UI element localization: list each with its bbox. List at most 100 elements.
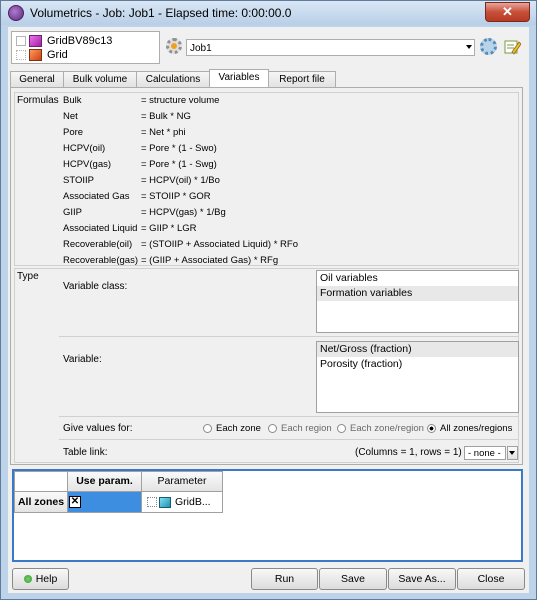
formula-name: Net bbox=[63, 111, 78, 122]
radio-button[interactable] bbox=[427, 424, 436, 433]
dialog-client: GridBV89c13 Grid Job1 General Bulk volum… bbox=[8, 27, 529, 593]
formula-row: Net = Bulk * NG bbox=[63, 111, 191, 125]
type-label: Type bbox=[17, 271, 39, 282]
formula-row: GIIP = HCPV(gas) * 1/Bg bbox=[63, 207, 226, 221]
radio-each-zone-region[interactable]: Each zone/region bbox=[337, 423, 424, 434]
tab-bar: General Bulk volume Calculations Variabl… bbox=[10, 69, 336, 87]
grid-selector-label: Grid bbox=[47, 49, 68, 61]
table-link-dropdown-button[interactable] bbox=[507, 446, 518, 460]
formula-row: Pore = Net * phi bbox=[63, 127, 186, 141]
formula-expression: = GIIP * LGR bbox=[141, 223, 197, 234]
formula-row: HCPV(gas) = Pore * (1 - Swg) bbox=[63, 159, 217, 173]
list-item[interactable]: Net/Gross (fraction) bbox=[317, 342, 518, 357]
formula-expression: = STOIIP * GOR bbox=[141, 191, 211, 202]
formula-row: Recoverable(oil) = (STOIIP + Associated L… bbox=[63, 239, 298, 253]
grid-corner bbox=[14, 471, 68, 492]
variables-panel: Formulas Bulk = structure volume Net = Bul… bbox=[10, 87, 523, 465]
formula-expression: = Pore * (1 - Swg) bbox=[141, 159, 217, 170]
type-section: Type Variable class: Oil variables Forma… bbox=[14, 268, 519, 463]
formula-expression: = HCPV(oil) * 1/Bo bbox=[141, 175, 220, 186]
formula-name: Pore bbox=[63, 127, 84, 138]
variable-list[interactable]: Net/Gross (fraction) Porosity (fraction) bbox=[316, 341, 519, 413]
run-settings-gear-icon[interactable] bbox=[480, 38, 497, 55]
radio-label: All zones/regions bbox=[440, 423, 513, 434]
variable-label: Variable: bbox=[63, 354, 102, 365]
table-link-label: Table link: bbox=[63, 447, 108, 458]
formulas-section: Formulas Bulk = structure volume Net = Bul… bbox=[14, 92, 519, 266]
title-bar: Volumetrics - Job: Job1 - Elapsed time: … bbox=[1, 1, 536, 25]
column-header-parameter[interactable]: Parameter bbox=[141, 471, 223, 492]
formula-expression: = structure volume bbox=[141, 95, 220, 106]
parameter-grid: Use param. Parameter All zones ✕ GridB..… bbox=[12, 469, 523, 562]
job-select-value: Job1 bbox=[190, 43, 212, 54]
save-as-button[interactable]: Save As... bbox=[388, 568, 456, 590]
table-link-select[interactable]: - none - bbox=[464, 446, 506, 460]
formula-name: HCPV(gas) bbox=[63, 159, 112, 170]
table-link-info: (Columns = 1, rows = 1) bbox=[355, 447, 462, 458]
tab-calculations[interactable]: Calculations bbox=[136, 71, 210, 87]
parameter-value: GridB... bbox=[175, 496, 211, 508]
give-values-label: Give values for: bbox=[63, 423, 133, 434]
use-param-cell[interactable]: ✕ bbox=[67, 491, 142, 513]
formula-row: Associated Liquid = GIIP * LGR bbox=[63, 223, 197, 237]
radio-each-region[interactable]: Each region bbox=[268, 423, 332, 434]
list-item[interactable]: Formation variables bbox=[317, 286, 518, 301]
grid-purple-icon bbox=[29, 35, 42, 47]
formula-name: Associated Gas bbox=[63, 191, 130, 202]
formulas-label: Formulas bbox=[17, 95, 59, 106]
list-item[interactable]: Oil variables bbox=[317, 271, 518, 286]
grid-selector-list[interactable]: GridBV89c13 Grid bbox=[11, 31, 160, 64]
checkbox[interactable] bbox=[16, 36, 26, 46]
volumetrics-window: Volumetrics - Job: Job1 - Elapsed time: … bbox=[0, 0, 537, 600]
list-item[interactable]: Porosity (fraction) bbox=[317, 357, 518, 372]
radio-label: Each zone/region bbox=[350, 423, 424, 434]
radio-button[interactable] bbox=[268, 424, 277, 433]
formula-row: HCPV(oil) = Pore * (1 - Swo) bbox=[63, 143, 217, 157]
divider bbox=[59, 416, 518, 417]
row-header-all-zones[interactable]: All zones bbox=[14, 491, 68, 513]
formula-expression: = (STOIIP + Associated Liquid) * RFo bbox=[141, 239, 299, 250]
chevron-down-icon bbox=[509, 451, 515, 455]
checkbox[interactable] bbox=[16, 50, 26, 60]
grid-selector-item[interactable]: GridBV89c13 bbox=[16, 34, 112, 48]
formula-name: STOIIP bbox=[63, 175, 94, 186]
formula-expression: = Bulk * NG bbox=[141, 111, 191, 122]
grid-orange-icon bbox=[29, 49, 42, 61]
formula-row: Bulk = structure volume bbox=[63, 95, 219, 109]
window-title: Volumetrics - Job: Job1 - Elapsed time: … bbox=[30, 6, 292, 20]
tab-variables[interactable]: Variables bbox=[209, 69, 269, 87]
use-param-checkbox[interactable]: ✕ bbox=[69, 496, 81, 508]
formula-row: Associated Gas = STOIIP * GOR bbox=[63, 191, 211, 205]
formula-name: Recoverable(oil) bbox=[63, 239, 133, 250]
grid-selector-item[interactable]: Grid bbox=[16, 48, 68, 62]
column-header-use-param[interactable]: Use param. bbox=[67, 471, 142, 492]
chevron-down-icon bbox=[466, 45, 472, 49]
help-button-label: Help bbox=[35, 573, 58, 585]
grid-selector-label: GridBV89c13 bbox=[47, 35, 113, 47]
run-button[interactable]: Run bbox=[251, 568, 318, 590]
help-button[interactable]: Help bbox=[12, 568, 69, 590]
window-close-button[interactable]: ✕ bbox=[485, 2, 530, 22]
divider bbox=[59, 439, 518, 440]
formula-expression: = HCPV(gas) * 1/Bg bbox=[141, 207, 226, 218]
job-select[interactable]: Job1 bbox=[186, 39, 475, 56]
close-button[interactable]: Close bbox=[457, 568, 525, 590]
radio-each-zone[interactable]: Each zone bbox=[203, 423, 261, 434]
tab-bulk-volume[interactable]: Bulk volume bbox=[63, 71, 137, 87]
divider bbox=[59, 336, 518, 337]
radio-button[interactable] bbox=[337, 424, 346, 433]
formula-name: Recoverable(gas) bbox=[63, 255, 138, 266]
radio-button[interactable] bbox=[203, 424, 212, 433]
radio-label: Each zone bbox=[216, 423, 261, 434]
checkbox[interactable] bbox=[147, 497, 157, 507]
formula-name: GIIP bbox=[63, 207, 83, 218]
tab-report-file[interactable]: Report file bbox=[268, 71, 336, 87]
parameter-cell[interactable]: GridB... bbox=[141, 491, 223, 513]
save-button[interactable]: Save bbox=[319, 568, 387, 590]
edit-pencil-icon[interactable] bbox=[503, 38, 521, 56]
variable-class-list[interactable]: Oil variables Formation variables bbox=[316, 270, 519, 333]
formula-name: Associated Liquid bbox=[63, 223, 138, 234]
gear-center bbox=[171, 43, 177, 49]
radio-all-zones-regions[interactable]: All zones/regions bbox=[427, 423, 512, 434]
tab-general[interactable]: General bbox=[10, 71, 64, 87]
